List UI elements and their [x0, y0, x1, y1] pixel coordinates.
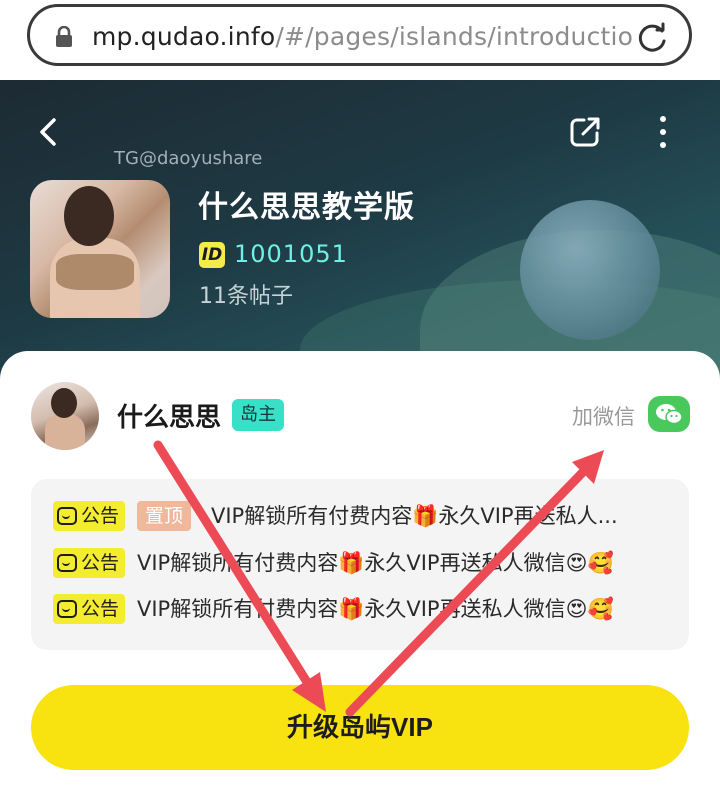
url-host: mp.qudao.info: [92, 22, 276, 51]
add-wechat-label[interactable]: 加微信: [572, 401, 635, 431]
decor-planet: [520, 200, 660, 340]
id-icon: ID: [199, 242, 225, 268]
url-text[interactable]: mp.qudao.info/#/pages/islands/introducti…: [92, 19, 632, 55]
pinned-badge: 置顶: [137, 501, 192, 531]
browser-toolbar: mp.qudao.info/#/pages/islands/introducti…: [0, 0, 720, 80]
share-icon[interactable]: [567, 114, 603, 150]
notice-tag-label: 公告: [81, 552, 120, 574]
reload-icon[interactable]: [635, 21, 669, 55]
notice-text: VIP解锁所有付费内容🎁永久VIP再送私人微信😍🥰: [137, 597, 614, 621]
address-bar[interactable]: mp.qudao.info/#/pages/islands/introducti…: [27, 4, 692, 66]
back-icon[interactable]: [34, 112, 64, 152]
notice-tag-label: 公告: [81, 505, 120, 527]
notice-text: VIP解锁所有付费内容🎁永久VIP再送私人微信😍🥰: [137, 551, 614, 575]
island-name: 什么思思教学版: [198, 190, 415, 225]
notice-tag: 公告: [53, 548, 126, 578]
notice-item[interactable]: 公告 VIP解锁所有付费内容🎁永久VIP再送私人微信😍🥰: [53, 592, 677, 626]
island-info-card: 什么思思 岛主 加微信 公告 置顶 VIP解锁所有付费内容🎁永久VIP再送私人.…: [0, 351, 720, 794]
notice-icon: [57, 600, 77, 618]
owner-avatar[interactable]: [31, 382, 99, 450]
notice-tag: 公告: [53, 501, 126, 531]
post-count: 11条帖子: [199, 284, 293, 309]
more-options-icon[interactable]: [655, 114, 671, 150]
notice-icon: [57, 554, 77, 572]
island-id: 1001051: [234, 240, 348, 268]
upgrade-vip-button[interactable]: 升级岛屿VIP: [31, 685, 689, 770]
notice-item[interactable]: 公告 VIP解锁所有付费内容🎁永久VIP再送私人微信😍🥰: [53, 546, 677, 580]
notice-item[interactable]: 公告 置顶 VIP解锁所有付费内容🎁永久VIP再送私人...: [53, 499, 677, 533]
lock-icon: [56, 26, 72, 47]
watermark-text: TG@daoyushare: [114, 148, 263, 169]
notice-tag-label: 公告: [81, 598, 120, 620]
owner-role-badge: 岛主: [232, 399, 284, 431]
notice-list: 公告 置顶 VIP解锁所有付费内容🎁永久VIP再送私人... 公告 VIP解锁所…: [31, 479, 689, 650]
owner-name: 什么思思: [117, 403, 222, 433]
wechat-icon[interactable]: [648, 396, 690, 432]
notice-icon: [57, 507, 77, 525]
url-path: /#/pages/islands/introductio: [275, 22, 632, 51]
island-cover-image: [30, 180, 170, 318]
notice-tag: 公告: [53, 594, 126, 624]
notice-text: VIP解锁所有付费内容🎁永久VIP再送私人...: [211, 504, 618, 528]
island-header: TG@daoyushare 什么思思教学版 ID 1001051 11条帖子: [0, 80, 720, 380]
